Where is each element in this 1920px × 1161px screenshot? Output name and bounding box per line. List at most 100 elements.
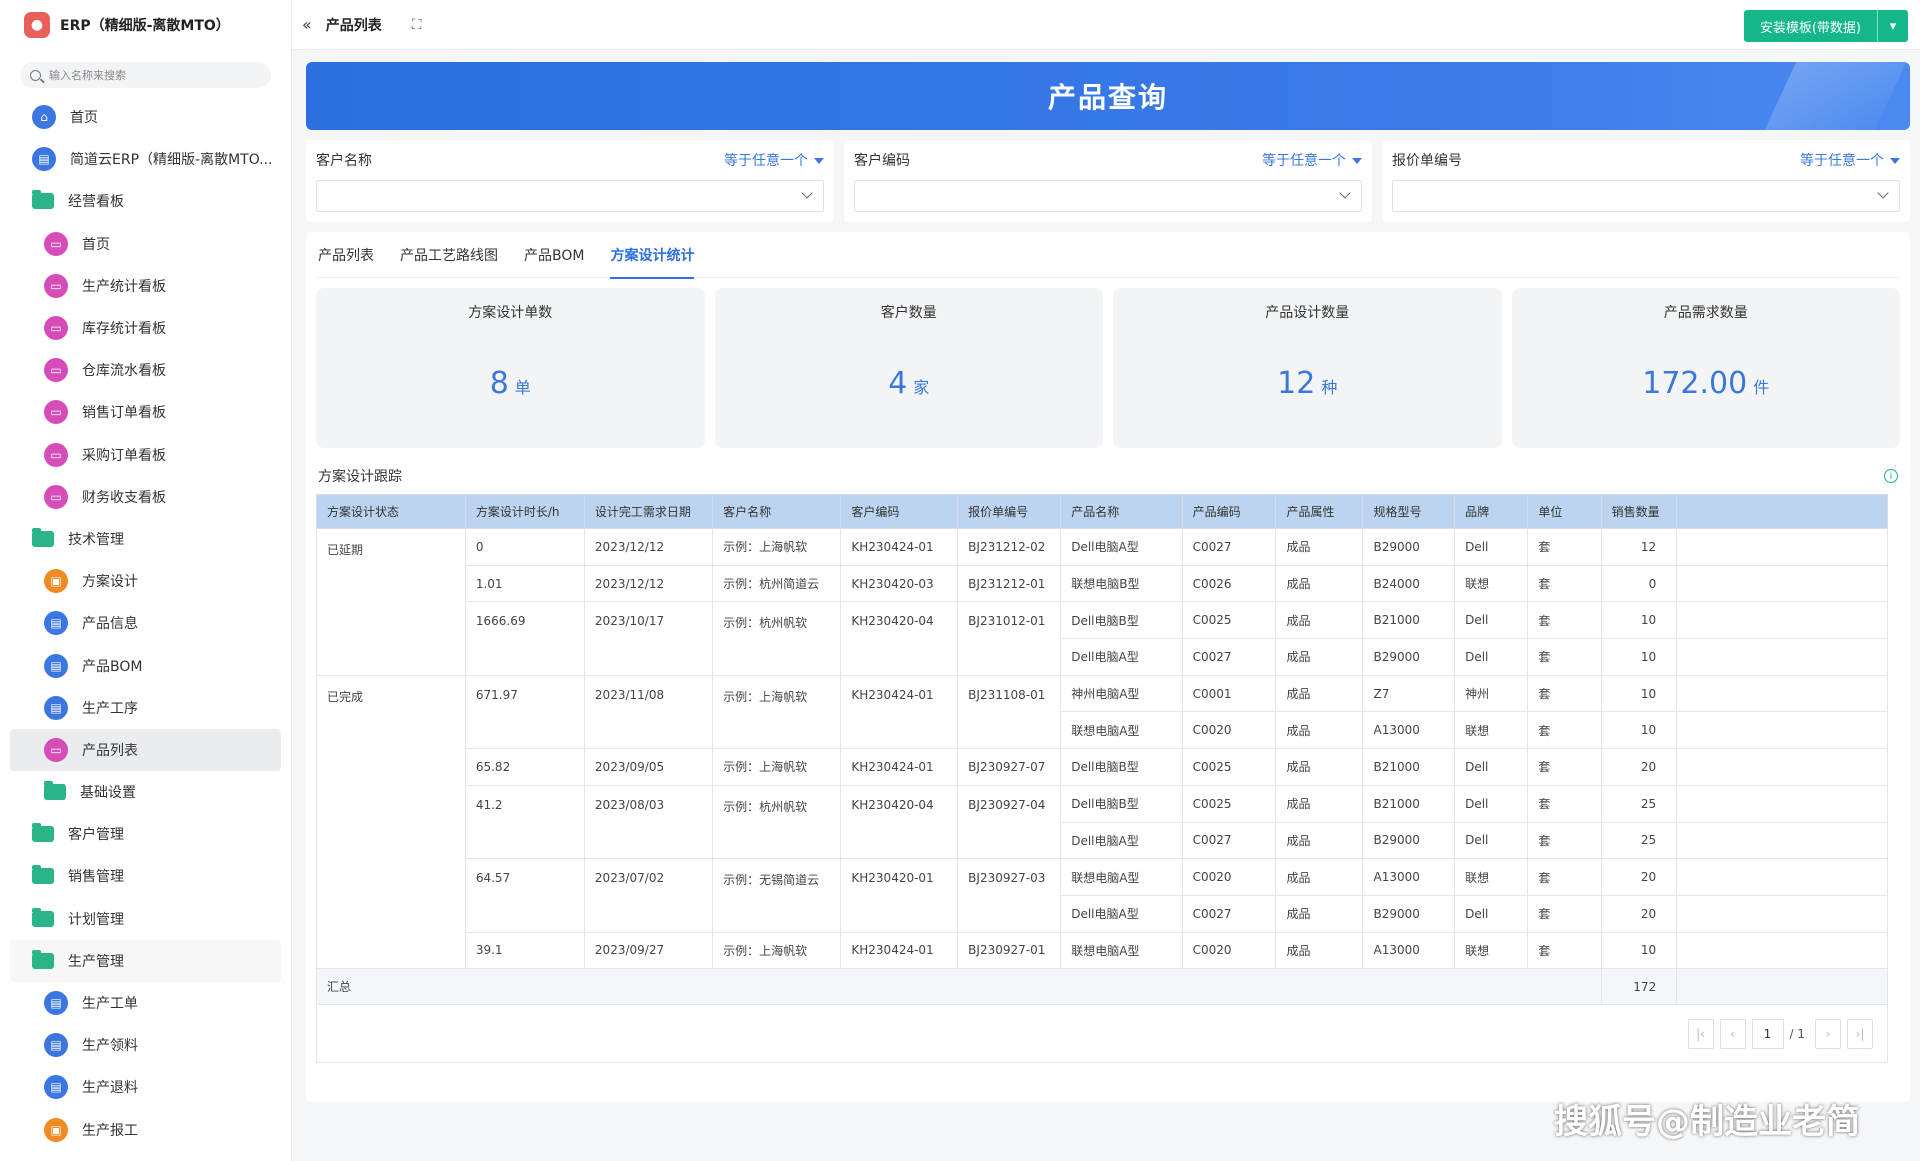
install-template-button[interactable]: 安装模板(带数据) ▾ (1743, 10, 1908, 42)
sidebar-item[interactable]: ⌂ 首页 (10, 96, 281, 138)
chevron-down-icon[interactable] (801, 187, 813, 199)
tab[interactable]: 产品工艺路线图 (400, 232, 498, 278)
sidebar-item[interactable]: ▭ 生产统计看板 (10, 265, 281, 307)
sidebar-item[interactable]: 经营看板 (10, 180, 281, 222)
sidebar-item[interactable]: 计划管理 (10, 898, 281, 940)
column-header[interactable]: 品牌 (1454, 494, 1529, 529)
table-cell-spacer (1676, 601, 1888, 640)
sidebar-item[interactable]: ▤ 简道云ERP（精细版-离散MTO... (10, 138, 281, 180)
sidebar-item[interactable]: ▤ 生产退料 (10, 1066, 281, 1108)
table-cell: 671.97 (464, 674, 585, 750)
caret-down-icon[interactable] (1890, 158, 1900, 164)
column-header[interactable]: 客户名称 (712, 494, 842, 529)
dashboard-icon: ▭ (44, 737, 68, 762)
table-cell: 10 (1600, 711, 1678, 750)
last-page-button[interactable]: ›| (1847, 1018, 1873, 1049)
tab[interactable]: 方案设计统计 (610, 232, 695, 279)
stat-card-title: 方案设计单数 (468, 305, 553, 321)
prev-page-button[interactable]: ‹ (1719, 1018, 1746, 1049)
tab[interactable]: 产品列表 (318, 232, 374, 278)
column-header[interactable]: 产品属性 (1275, 494, 1364, 529)
sidebar-item[interactable]: ▭ 采购订单看板 (10, 434, 281, 476)
sidebar-item[interactable]: 技术管理 (10, 518, 281, 560)
next-page-button[interactable]: › (1815, 1018, 1841, 1049)
sidebar-item[interactable]: ▣ 方案设计 (10, 560, 281, 602)
table-row[interactable]: 1.01 2023/12/12 示例：杭州简道云 KH230420-03 BJ23121… (317, 564, 1888, 603)
install-template-label[interactable]: 安装模板(带数据) (1744, 10, 1878, 42)
chevron-down-icon[interactable] (1339, 187, 1351, 199)
column-header[interactable]: 客户编码 (840, 494, 959, 529)
filter-operator-label[interactable]: 等于任意一个 (1800, 153, 1884, 169)
table-cell: 示例：无锡简道云 (712, 858, 842, 933)
filter-operator-select[interactable]: 等于任意一个 (1800, 150, 1900, 170)
table-cell: 联想 (1454, 711, 1529, 750)
sidebar-item[interactable]: ▭ 库存统计看板 (10, 307, 281, 349)
column-header[interactable]: 方案设计时长/h (464, 494, 585, 529)
fullscreen-icon[interactable]: ⛶ (412, 17, 422, 33)
table-cell: 64.57 (464, 858, 585, 933)
page-number-input[interactable]: 1 (1751, 1018, 1784, 1049)
table-cell: KH230424-01 (840, 528, 959, 566)
sidebar-item-label: 首页 (70, 110, 98, 127)
sidebar-item[interactable]: ▭ 财务收支看板 (10, 476, 281, 518)
sidebar-item[interactable]: ▤ 产品BOM (10, 644, 281, 686)
table-row[interactable]: 64.57 2023/07/02 示例：无锡简道云 KH230420-01 BJ2309… (317, 858, 1888, 933)
sidebar-item[interactable]: ▭ 仓库流水看板 (10, 349, 281, 391)
sidebar-item[interactable]: 客户管理 (10, 813, 281, 855)
sidebar-item[interactable]: ▭ 首页 (10, 223, 281, 265)
doc-icon: ▤ (32, 147, 56, 172)
install-dropdown-icon[interactable]: ▾ (1878, 10, 1908, 42)
sidebar-item[interactable]: 销售管理 (10, 855, 281, 897)
first-page-button[interactable]: |‹ (1687, 1018, 1714, 1049)
sidebar-item-label: 计划管理 (68, 911, 124, 928)
sidebar-item[interactable]: 生产管理 (10, 939, 281, 982)
sidebar-item[interactable]: ▤ 产品信息 (10, 602, 281, 644)
tab[interactable]: 产品BOM (524, 232, 584, 278)
sidebar-item[interactable]: ▤ 生产工单 (10, 982, 281, 1024)
filter-select[interactable] (854, 180, 1362, 212)
column-header[interactable]: 销售数量 (1600, 494, 1678, 529)
filter-select[interactable] (316, 180, 824, 212)
caret-down-icon[interactable] (814, 158, 824, 164)
table-row[interactable]: 39.1 2023/09/27 示例：上海帆软 KH230424-01 BJ230927… (317, 931, 1888, 970)
table-cell: C0001 (1181, 674, 1277, 713)
sidebar-item[interactable]: ▭ 产品列表 (10, 728, 281, 771)
column-header[interactable]: 报价单编号 (957, 494, 1062, 529)
sidebar-item[interactable]: 基础设置 (10, 771, 281, 813)
filter-select[interactable] (1392, 180, 1900, 212)
stat-cards: 方案设计单数 8 单 客户数量 4 家 产品设计数量 12 种 产品需求数量 172.00 件 (316, 288, 1900, 448)
sidebar-search-input[interactable]: 输入名称来搜索 (20, 62, 271, 88)
stat-card-title: 产品设计数量 (1265, 305, 1350, 321)
table-cell: 示例：上海帆软 (712, 748, 842, 786)
column-header[interactable]: 设计完工需求日期 (583, 494, 714, 529)
column-header[interactable]: 产品编码 (1181, 494, 1277, 529)
table-cell: 2023/11/08 (583, 674, 714, 750)
table-cell: Z7 (1362, 674, 1456, 713)
table-row[interactable]: 41.2 2023/08/03 示例：杭州帆软 KH230420-04 BJ230927… (317, 784, 1888, 860)
table-cell: B29000 (1362, 821, 1456, 860)
filter-operator-label[interactable]: 等于任意一个 (1262, 153, 1346, 169)
column-header[interactable]: 规格型号 (1362, 494, 1456, 529)
sidebar-item-label: 生产报工 (82, 1122, 138, 1139)
collapse-sidebar-icon[interactable]: « (302, 15, 312, 34)
stat-card-value: 172.00 (1642, 366, 1748, 401)
table-row[interactable]: 已延期 0 2023/12/12 示例：上海帆软 KH230424-01 BJ231212… (316, 528, 1888, 676)
filter-operator-select[interactable]: 等于任意一个 (1262, 150, 1362, 170)
sidebar-item[interactable]: ▣ 生产报工 (10, 1109, 281, 1151)
column-header[interactable]: 单位 (1527, 494, 1602, 529)
chevron-down-icon[interactable] (1877, 187, 1889, 199)
sidebar-item[interactable]: ▤ 生产领料 (10, 1024, 281, 1066)
table-row[interactable]: 1666.69 2023/10/17 示例：杭州帆软 KH230420-04 BJ231… (317, 601, 1888, 676)
sidebar-item-label: 生产工单 (82, 996, 138, 1013)
table-row[interactable]: 65.82 2023/09/05 示例：上海帆软 KH230424-01 BJ23092… (317, 748, 1888, 786)
table-row[interactable]: 已完成 671.97 2023/11/08 示例：上海帆软 KH230424-01 BJ2… (316, 674, 1888, 970)
filter-operator-select[interactable]: 等于任意一个 (724, 150, 824, 170)
column-header[interactable]: 产品名称 (1060, 494, 1183, 529)
sidebar-item[interactable]: ▭ 销售订单看板 (10, 391, 281, 433)
filter-operator-label[interactable]: 等于任意一个 (724, 153, 808, 169)
main-content: 产品查询 客户名称 等于任意一个 客户编码 等于任意一个 报价单编号 等于任意一个 产品列… (306, 62, 1910, 1112)
column-header[interactable]: 方案设计状态 (316, 494, 466, 529)
caret-down-icon[interactable] (1352, 158, 1362, 164)
sidebar-item[interactable]: ▤ 生产工序 (10, 687, 281, 729)
info-icon[interactable]: i (1884, 469, 1898, 483)
